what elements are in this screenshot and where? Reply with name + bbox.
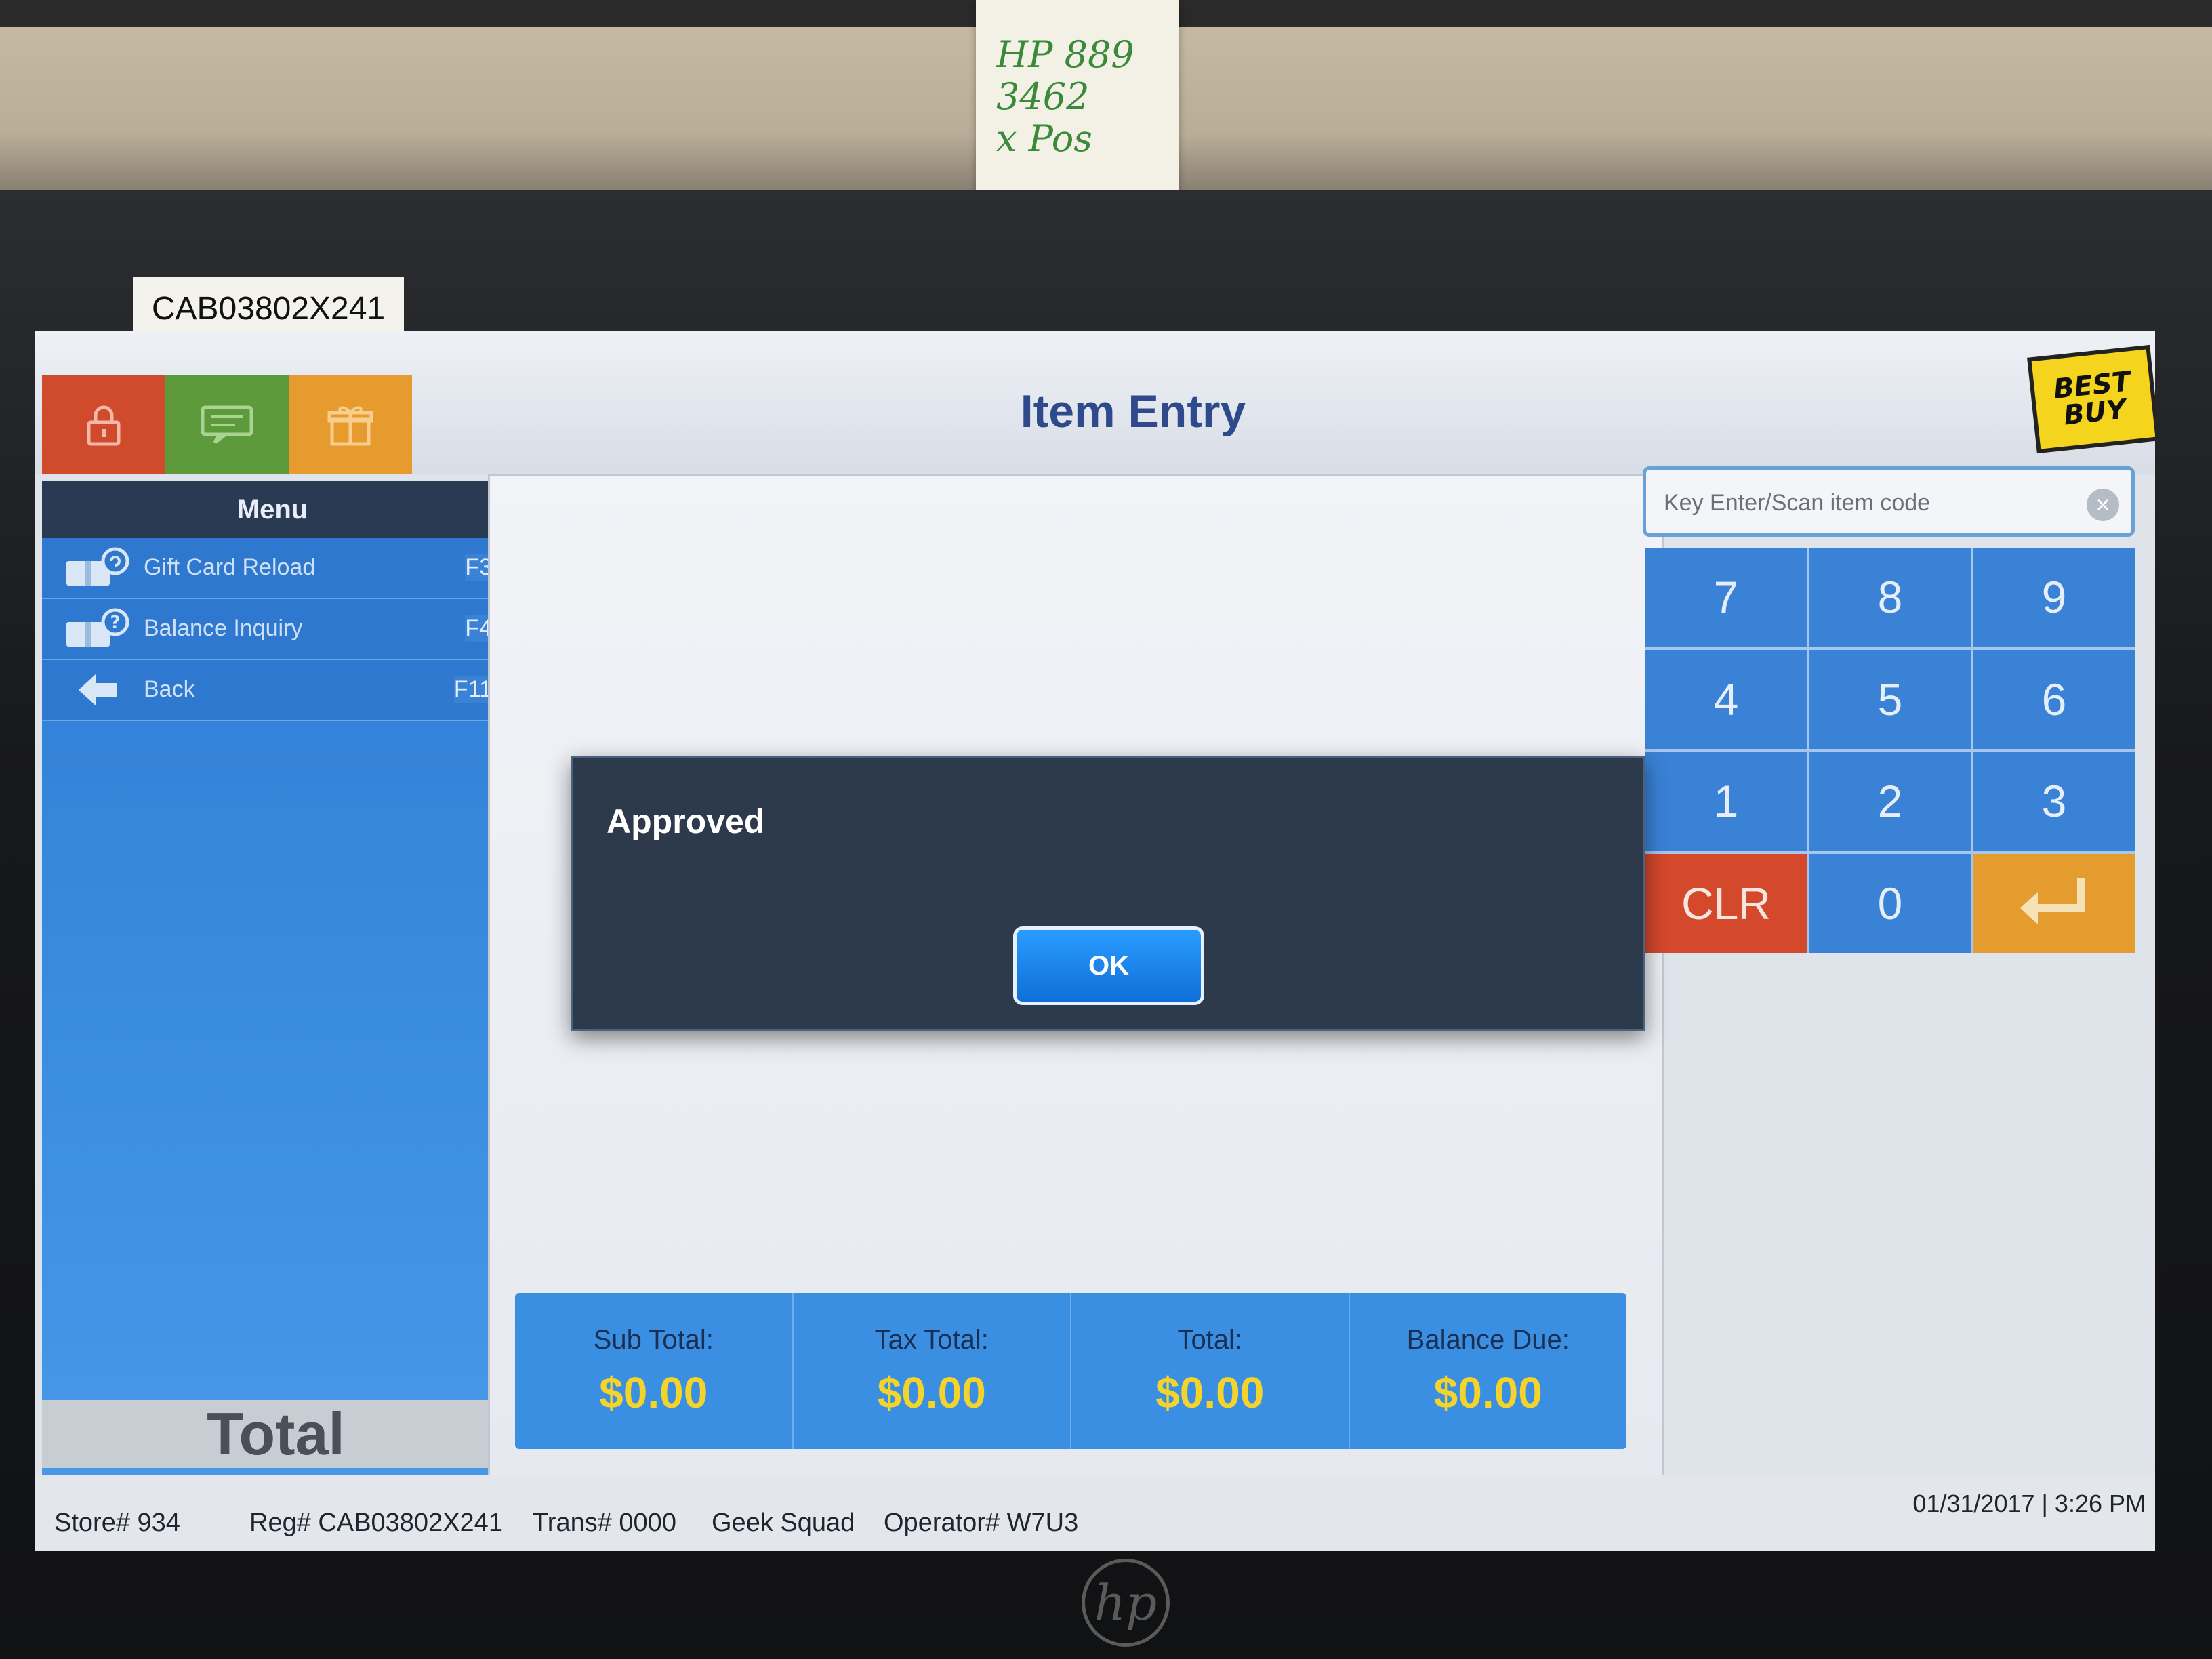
approved-dialog: Approved OK bbox=[571, 756, 1645, 1031]
key-5[interactable]: 5 bbox=[1809, 649, 1971, 749]
subtotal-value: $0.00 bbox=[599, 1368, 708, 1417]
register-number: Reg# CAB03802X241 bbox=[249, 1509, 503, 1537]
svg-text:?: ? bbox=[110, 613, 120, 633]
sidebar-item-label: Back bbox=[144, 676, 195, 702]
sidebar-item-balance-inquiry[interactable]: ? Balance Inquiry F4 bbox=[42, 599, 503, 660]
message-button[interactable] bbox=[165, 375, 289, 474]
transaction-number: Trans# 0000 bbox=[533, 1509, 676, 1537]
lock-button[interactable] bbox=[42, 375, 165, 474]
menu-header: Menu bbox=[42, 481, 503, 538]
key-8[interactable]: 8 bbox=[1809, 548, 1971, 647]
key-0[interactable]: 0 bbox=[1809, 853, 1971, 953]
scan-field[interactable]: × bbox=[1643, 466, 2135, 537]
balance-due-label: Balance Due: bbox=[1406, 1324, 1570, 1355]
department-name: Geek Squad bbox=[712, 1509, 855, 1537]
numeric-keypad: 7 8 9 4 5 6 1 2 3 CLR 0 bbox=[1645, 548, 2135, 953]
enter-button[interactable] bbox=[1973, 853, 2135, 953]
clear-button[interactable]: CLR bbox=[1645, 853, 1807, 953]
sticky-note-text: HP 889 3462 x Pos bbox=[996, 33, 1134, 160]
key-2[interactable]: 2 bbox=[1809, 752, 1971, 851]
back-arrow-icon bbox=[62, 667, 133, 713]
page-title: Item Entry bbox=[1020, 386, 1246, 437]
tax-total-value: $0.00 bbox=[877, 1368, 986, 1417]
gift-card-reload-icon bbox=[62, 545, 133, 591]
shortcut-key: F11 bbox=[453, 676, 492, 703]
time: 3:26 PM bbox=[2054, 1490, 2146, 1517]
sidebar-item-label: Balance Inquiry bbox=[144, 615, 303, 641]
totals-summary: Sub Total: $0.00 Tax Total: $0.00 Total:… bbox=[515, 1293, 1626, 1449]
balance-due-cell: Balance Due: $0.00 bbox=[1350, 1293, 1627, 1449]
subtotal-label: Sub Total: bbox=[593, 1324, 714, 1355]
item-code-input[interactable] bbox=[1662, 483, 2072, 523]
balance-inquiry-icon: ? bbox=[62, 606, 133, 652]
subtotal-cell: Sub Total: $0.00 bbox=[515, 1293, 794, 1449]
key-9[interactable]: 9 bbox=[1973, 548, 2135, 647]
status-bar: Store# 934 Reg# CAB03802X241 Trans# 0000… bbox=[35, 1475, 2155, 1551]
message-icon bbox=[201, 405, 253, 444]
total-amount-label: Total: bbox=[1177, 1324, 1243, 1355]
ok-button[interactable]: OK bbox=[1013, 926, 1204, 1005]
store-number: Store# 934 bbox=[54, 1509, 180, 1537]
key-4[interactable]: 4 bbox=[1645, 649, 1807, 749]
tax-total-label: Tax Total: bbox=[874, 1324, 989, 1355]
gift-button[interactable] bbox=[289, 375, 412, 474]
sidebar-item-gift-card-reload[interactable]: Gift Card Reload F3 bbox=[42, 538, 503, 599]
key-7[interactable]: 7 bbox=[1645, 548, 1807, 647]
balance-due-value: $0.00 bbox=[1433, 1368, 1542, 1417]
gift-icon bbox=[327, 406, 373, 446]
enter-icon bbox=[2020, 878, 2085, 924]
date-time-separator: | bbox=[2041, 1490, 2048, 1517]
clear-input-icon[interactable]: × bbox=[2087, 489, 2119, 521]
total-amount-value: $0.00 bbox=[1155, 1368, 1265, 1417]
sticky-note: HP 889 3462 x Pos bbox=[976, 0, 1179, 197]
total-label: Total bbox=[42, 1400, 510, 1468]
date: 01/31/2017 bbox=[1912, 1490, 2035, 1517]
operator-number: Operator# W7U3 bbox=[884, 1509, 1079, 1537]
hp-logo: hp bbox=[1082, 1559, 1170, 1647]
best-buy-logo: BEST BUY bbox=[2027, 344, 2155, 454]
sidebar-item-label: Gift Card Reload bbox=[144, 554, 316, 580]
pos-screen: Item Entry BEST BUY Menu Gift Card Reloa… bbox=[35, 331, 2155, 1551]
key-1[interactable]: 1 bbox=[1645, 752, 1807, 851]
sidebar-item-back[interactable]: Back F11 bbox=[42, 660, 503, 721]
dialog-message: Approved bbox=[607, 802, 765, 840]
total-cell: Total: $0.00 bbox=[1071, 1293, 1350, 1449]
sidebar-menu: Menu Gift Card Reload F3 ? Balance Inqui… bbox=[42, 481, 503, 1551]
logo-line-2: BUY bbox=[2062, 394, 2128, 432]
date-time: 01/31/2017 | 3:26 PM bbox=[1912, 1490, 2146, 1518]
tax-total-cell: Tax Total: $0.00 bbox=[794, 1293, 1071, 1449]
lock-icon bbox=[87, 405, 121, 446]
key-3[interactable]: 3 bbox=[1973, 752, 2135, 851]
key-6[interactable]: 6 bbox=[1973, 649, 2135, 749]
